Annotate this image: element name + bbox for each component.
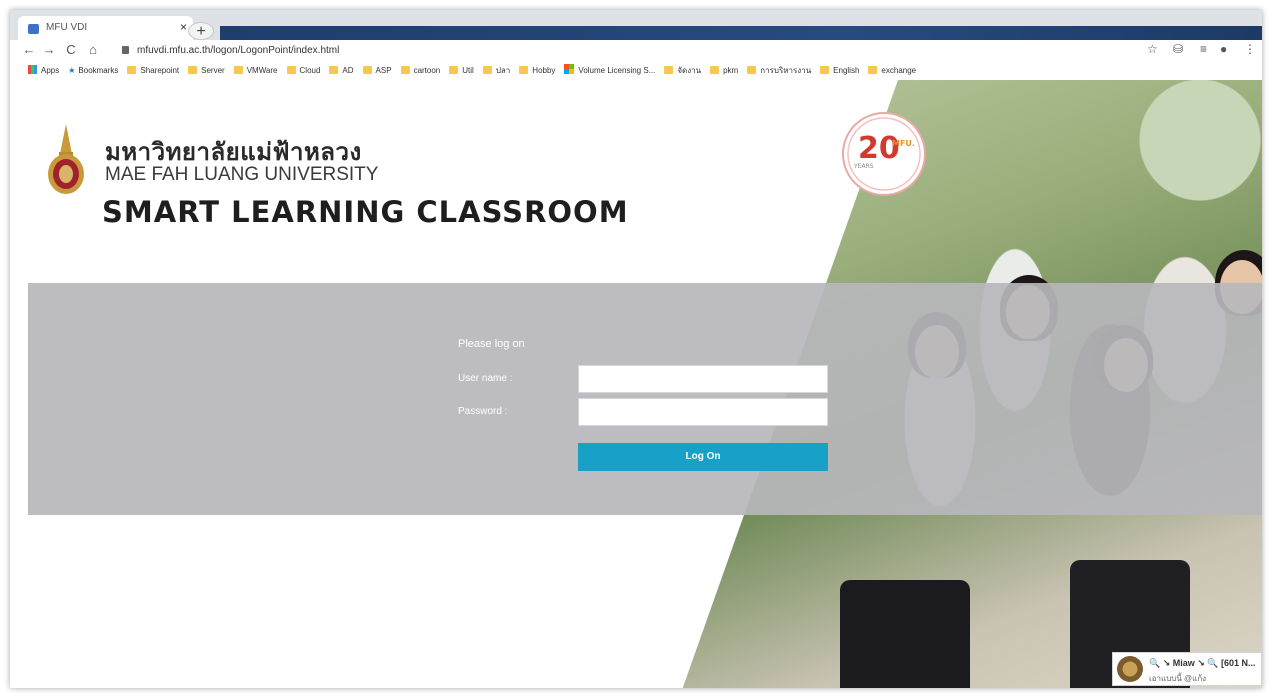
bookmark-label: Cloud (299, 66, 321, 75)
bookmark-item[interactable]: การบริหารงาน (747, 62, 811, 80)
folder-icon (710, 66, 720, 74)
home-icon[interactable]: ⌂ (84, 42, 102, 57)
folder-icon (820, 66, 830, 74)
anniversary-years-label: YEARS (853, 163, 874, 170)
product-title: SMART LEARNING CLASSROOM (102, 195, 629, 229)
bookmark-label: การบริหารงาน (760, 66, 812, 75)
folder-icon (400, 66, 410, 74)
bookmark-item[interactable]: pkm (710, 62, 738, 80)
avatar (1117, 656, 1143, 682)
bookmark-label: Apps (41, 66, 60, 75)
folder-icon (519, 66, 529, 74)
folder-icon (286, 66, 296, 74)
folder-icon (747, 66, 757, 74)
browser-window: MFU VDI × + ← → C ⌂ mfuvdi.mfu.ac.th/log… (10, 10, 1262, 688)
tab-title: MFU VDI (46, 22, 88, 33)
bookmark-label: pkm (723, 66, 739, 75)
password-label: Password : (458, 406, 508, 417)
username-input[interactable] (578, 365, 828, 393)
bookmark-label: English (833, 66, 860, 75)
new-tab-button[interactable]: + (188, 22, 214, 40)
bookmark-item[interactable]: จัดงาน (664, 62, 701, 80)
folder-icon (664, 66, 674, 74)
username-label: User name : (458, 373, 513, 384)
university-english-name: MAE FAH LUANG UNIVERSITY (105, 164, 379, 185)
university-seal-icon (48, 124, 84, 194)
bookmark-label: cartoon (413, 66, 441, 75)
folder-icon (188, 66, 198, 74)
bookmark-label: VMWare (246, 66, 278, 75)
folder-icon (233, 66, 243, 74)
chat-notification[interactable]: 🔍 ↘ Miaw ↘ 🔍 [601 N... เอาแบบนี้ @แก้ง (1112, 652, 1262, 686)
extension-icon[interactable]: ⛁ (1173, 42, 1183, 56)
reading-list-icon[interactable]: ≡ (1200, 42, 1207, 56)
page-favicon-icon (28, 24, 39, 34)
anniversary-tag: MFU. (892, 139, 915, 148)
notification-subtitle: เอาแบบนี้ @แก้ง (1149, 674, 1207, 683)
folder-icon (329, 66, 339, 74)
folder-icon (868, 66, 878, 74)
bookmark-label: Util (462, 66, 474, 75)
bookmark-label: ปลา (495, 66, 511, 75)
bookmark-item[interactable]: ASP (362, 62, 392, 80)
browser-toolbar: ← → C ⌂ mfuvdi.mfu.ac.th/logon/LogonPoin… (10, 40, 1262, 62)
folder-icon (482, 66, 492, 74)
bookmark-label: Sharepoint (140, 66, 180, 75)
bookmark-item[interactable]: ★ Bookmarks (68, 62, 118, 80)
bookmark-item[interactable]: exchange (868, 62, 916, 80)
folder-icon (127, 66, 137, 74)
login-heading: Please log on (458, 338, 525, 350)
windows-logo-icon (564, 64, 575, 74)
bookmark-label: จัดงาน (677, 66, 702, 75)
bookmark-label: Hobby (532, 66, 556, 75)
tab-close-icon[interactable]: × (180, 20, 187, 34)
tab-mfu-vdi[interactable]: MFU VDI × (18, 16, 193, 40)
bookmark-item[interactable]: Util (449, 62, 474, 80)
bookmark-item[interactable]: Apps (28, 62, 59, 80)
apps-grid-icon (28, 65, 37, 74)
bookmark-label: Bookmarks (78, 66, 119, 75)
forward-arrow-icon[interactable]: → (40, 42, 58, 57)
star-icon[interactable]: ☆ (1147, 42, 1158, 56)
address-bar[interactable]: mfuvdi.mfu.ac.th/logon/LogonPoint/index.… (122, 42, 722, 60)
bookmark-star-icon: ★ (68, 66, 76, 75)
student-skirt (840, 580, 970, 688)
login-page: มหาวิทยาลัยแม่ฟ้าหลวง MAE FAH LUANG UNIV… (10, 80, 1262, 688)
bookmark-item[interactable]: Volume Licensing S... (564, 62, 655, 80)
bookmark-item[interactable]: Server (188, 62, 225, 80)
bookmark-item[interactable]: AD (329, 62, 354, 80)
lock-icon (122, 46, 129, 55)
address-url: mfuvdi.mfu.ac.th/logon/LogonPoint/index.… (137, 45, 340, 56)
bookmark-label: Server (201, 66, 225, 75)
log-on-button[interactable]: Log On (578, 443, 828, 471)
bookmark-item[interactable]: cartoon (400, 62, 441, 80)
anniversary-logo: 20 MFU. YEARS (842, 112, 926, 196)
anniversary-20-years-icon: 20 MFU. YEARS (847, 117, 921, 191)
folder-icon (362, 66, 372, 74)
bookmark-label: ASP (375, 66, 392, 75)
bookmark-item[interactable]: English (820, 62, 859, 80)
tab-strip-background (220, 26, 1262, 40)
anniversary-number: 20 (858, 131, 900, 166)
bookmark-label: exchange (881, 66, 917, 75)
back-arrow-icon[interactable]: ← (20, 42, 38, 57)
bookmarks-bar: Apps ★ Bookmarks Sharepoint Server VMWare Clou… (10, 62, 1262, 80)
bookmark-item[interactable]: Cloud (286, 62, 321, 80)
password-input[interactable] (578, 398, 828, 426)
reload-icon[interactable]: C (62, 42, 80, 57)
menu-icon[interactable]: ⋮ (1244, 42, 1256, 56)
bookmark-item[interactable]: Hobby (519, 62, 555, 80)
profile-icon[interactable]: ● (1220, 42, 1227, 56)
bookmark-label: AD (342, 66, 354, 75)
notification-title: 🔍 ↘ Miaw ↘ 🔍 [601 N... (1149, 658, 1256, 668)
bookmark-item[interactable]: Sharepoint (127, 62, 179, 80)
folder-icon (449, 66, 459, 74)
bookmark-item[interactable]: VMWare (233, 62, 278, 80)
bookmark-item[interactable]: ปลา (482, 62, 511, 80)
tab-strip: MFU VDI × + (10, 10, 1262, 40)
bookmark-label: Volume Licensing S... (578, 66, 656, 75)
